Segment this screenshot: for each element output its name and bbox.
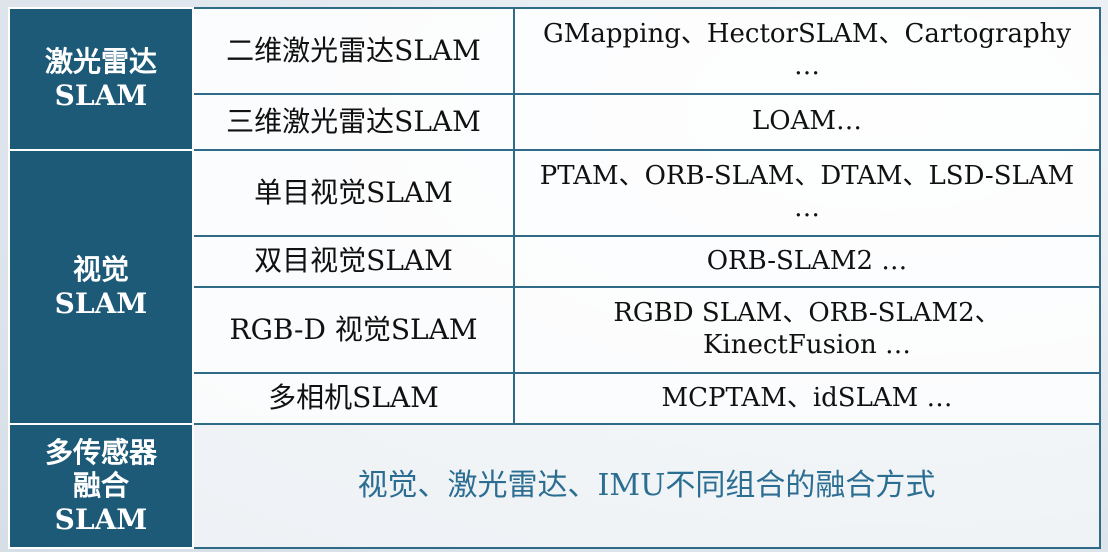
slam-type-cell: RGB-D 视觉SLAM	[192, 286, 515, 374]
category-lidar-slam: 激光雷达 SLAM	[8, 7, 194, 151]
slam-type-cell: 双目视觉SLAM	[192, 235, 515, 288]
slam-examples-cell: MCPTAM、idSLAM …	[513, 372, 1101, 425]
slam-type-cell: 二维激光雷达SLAM	[192, 7, 515, 95]
slam-examples-cell: ORB-SLAM2 …	[513, 235, 1101, 288]
category-label: SLAM	[54, 502, 148, 536]
category-label: SLAM	[54, 79, 148, 112]
category-visual-slam: 视觉 SLAM	[8, 149, 194, 425]
slam-type-cell: 单目视觉SLAM	[192, 149, 515, 237]
category-multi-sensor-fusion-slam: 多传感器 融合 SLAM	[8, 423, 194, 549]
slam-type-cell: 三维激光雷达SLAM	[192, 93, 515, 151]
category-label: 视觉	[72, 253, 129, 287]
slide: 激光雷达 SLAM 二维激光雷达SLAM GMapping、HectorSLAM…	[0, 0, 1108, 552]
slam-type-cell: 多相机SLAM	[192, 372, 515, 425]
category-label: 多传感器	[44, 435, 157, 469]
table-row: 视觉 SLAM 单目视觉SLAM PTAM、ORB-SLAM、DTAM、LSD-…	[8, 149, 1101, 425]
category-label: SLAM	[54, 287, 148, 320]
table-row: 多传感器 融合 SLAM 视觉、激光雷达、IMU不同组合的融合方式	[8, 423, 1101, 549]
category-label: 融合	[72, 469, 129, 503]
fusion-description: 视觉、激光雷达、IMU不同组合的融合方式	[192, 423, 1101, 549]
table-row: 激光雷达 SLAM 二维激光雷达SLAM GMapping、HectorSLAM…	[8, 7, 1101, 151]
slam-examples-cell: RGBD SLAM、ORB-SLAM2、KinectFusion …	[513, 286, 1101, 374]
slam-examples-cell: GMapping、HectorSLAM、Cartography …	[513, 7, 1101, 95]
category-label: 激光雷达	[44, 45, 157, 79]
slam-examples-cell: PTAM、ORB-SLAM、DTAM、LSD-SLAM …	[513, 149, 1101, 237]
slam-classification-table: 激光雷达 SLAM 二维激光雷达SLAM GMapping、HectorSLAM…	[8, 7, 1101, 549]
slam-examples-cell: LOAM…	[513, 93, 1101, 151]
